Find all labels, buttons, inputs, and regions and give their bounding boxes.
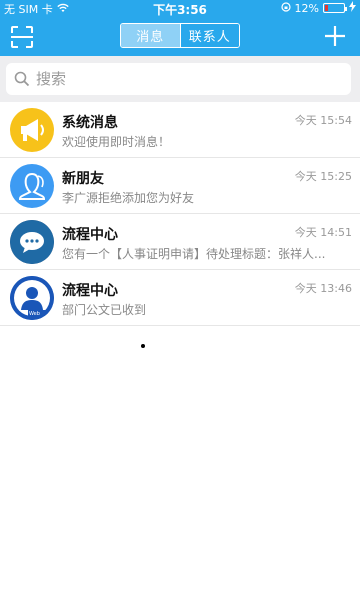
conversation-time: 今天 14:51 bbox=[294, 226, 352, 239]
conversation-name: 新朋友 bbox=[62, 171, 104, 187]
top-nav-bar: 消息 联系人 bbox=[0, 16, 360, 56]
avatar bbox=[10, 164, 54, 208]
conversation-list: 系统消息 今天 15:54 欢迎使用即时消息！ 新朋友 今天 15:25 李广源… bbox=[0, 102, 360, 326]
chat-bubble-icon bbox=[10, 220, 54, 264]
scan-icon bbox=[11, 26, 33, 48]
scroll-indicator-dot bbox=[141, 344, 145, 348]
tab-contacts[interactable]: 联系人 bbox=[179, 24, 239, 47]
tab-messages[interactable]: 消息 bbox=[121, 24, 180, 47]
conversation-time: 今天 13:46 bbox=[294, 282, 352, 295]
conversation-preview: 部门公文已收到 bbox=[62, 303, 147, 317]
conversation-item-workflow[interactable]: 流程中心 今天 14:51 您有一个【人事证明申请】待处理标题：张祥人... bbox=[0, 214, 360, 270]
search-box[interactable] bbox=[6, 63, 351, 95]
battery-percent: 12% bbox=[294, 1, 319, 15]
rotation-lock-icon bbox=[280, 1, 291, 15]
segmented-control: 消息 联系人 bbox=[120, 23, 240, 48]
conversation-time: 今天 15:25 bbox=[294, 170, 352, 183]
plus-icon bbox=[325, 26, 345, 46]
status-bar: 无 SIM 卡 下午3:56 12% bbox=[0, 0, 360, 17]
conversation-item-system[interactable]: 系统消息 今天 15:54 欢迎使用即时消息！ bbox=[0, 102, 360, 158]
search-bar bbox=[0, 56, 360, 102]
conversation-preview: 您有一个【人事证明申请】待处理标题：张祥人... bbox=[62, 247, 326, 261]
battery-icon bbox=[323, 3, 347, 13]
avatar bbox=[10, 220, 54, 264]
conversation-name: 流程中心 bbox=[62, 283, 118, 299]
person-outline-icon bbox=[18, 172, 46, 200]
avatar-badge-label: Web bbox=[29, 311, 40, 317]
avatar bbox=[10, 108, 54, 152]
search-input[interactable] bbox=[36, 70, 326, 88]
status-right: 12% bbox=[280, 1, 356, 15]
conversation-preview: 欢迎使用即时消息！ bbox=[62, 135, 171, 149]
conversation-preview: 李广源拒绝添加您为好友 bbox=[62, 191, 195, 205]
megaphone-icon bbox=[21, 119, 44, 141]
avatar: Web bbox=[10, 276, 54, 320]
conversation-name: 系统消息 bbox=[62, 115, 118, 131]
conversation-item-workflow-2[interactable]: Web 流程中心 今天 13:46 部门公文已收到 bbox=[0, 270, 360, 326]
user-silhouette-icon: Web bbox=[10, 276, 54, 320]
scan-button[interactable] bbox=[10, 25, 34, 49]
charging-icon bbox=[349, 1, 356, 15]
conversation-name: 流程中心 bbox=[62, 227, 118, 243]
conversation-time: 今天 15:54 bbox=[294, 114, 352, 127]
conversation-item-new-friends[interactable]: 新朋友 今天 15:25 李广源拒绝添加您为好友 bbox=[0, 158, 360, 214]
search-icon bbox=[14, 71, 30, 87]
add-button[interactable] bbox=[322, 23, 348, 49]
